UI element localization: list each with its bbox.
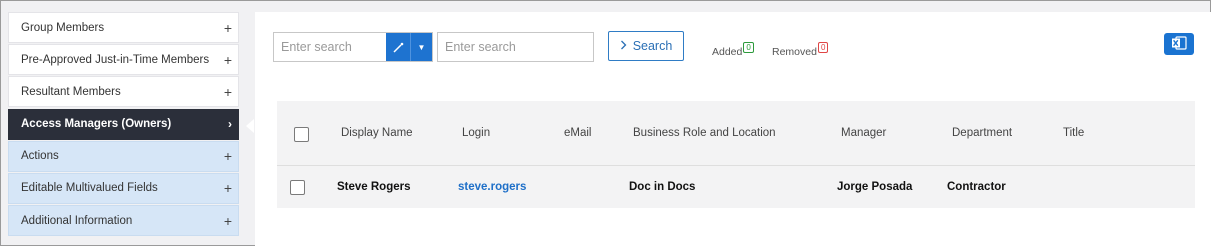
search-button[interactable]: Search [608, 31, 684, 61]
app-frame: Group Members + Pre-Approved Just-in-Tim… [0, 0, 1211, 246]
secondary-search-input[interactable]: Enter search [437, 32, 594, 62]
removed-counter: Removed 0 [772, 42, 829, 58]
cell-department: Contractor [947, 181, 1006, 193]
wand-icon[interactable] [386, 33, 410, 61]
row-checkbox[interactable] [290, 180, 305, 195]
column-header-login[interactable]: Login [462, 127, 490, 139]
column-header-department[interactable]: Department [952, 127, 1012, 139]
sidebar-item-group-members[interactable]: Group Members + [8, 12, 239, 43]
select-all-checkbox[interactable] [294, 127, 309, 142]
excel-export-icon [1171, 35, 1187, 53]
added-label: Added [712, 46, 743, 58]
main-panel: Enter search ▼ Enter search Search Added… [255, 12, 1211, 246]
sidebar-item-label: Actions [21, 150, 59, 163]
column-header-display-name[interactable]: Display Name [341, 127, 413, 139]
chevron-right-icon: › [228, 117, 232, 132]
sidebar: Group Members + Pre-Approved Just-in-Tim… [8, 12, 254, 237]
cell-business-role: Doc in Docs [629, 181, 696, 193]
sidebar-item-label: Additional Information [21, 214, 133, 227]
sidebar-item-actions[interactable]: Actions + [8, 140, 239, 172]
sidebar-item-label: Editable Multivalued Fields [21, 182, 158, 195]
search-input[interactable]: Enter search [274, 33, 386, 61]
expand-icon[interactable]: + [224, 180, 232, 196]
sidebar-item-resultant-members[interactable]: Resultant Members + [8, 76, 239, 108]
added-count-badge: 0 [743, 42, 754, 53]
expand-icon[interactable]: + [224, 20, 232, 36]
search-button-label: Search [632, 39, 673, 53]
cell-manager: Jorge Posada [837, 181, 913, 193]
removed-label: Removed [772, 46, 817, 58]
sidebar-item-label: Group Members [21, 21, 105, 34]
sidebar-item-label: Pre-Approved Just-in-Time Members [21, 53, 210, 66]
expand-icon[interactable]: + [224, 52, 232, 68]
expand-icon[interactable]: + [224, 213, 232, 229]
chevron-right-icon [620, 39, 627, 53]
cell-display-name: Steve Rogers [337, 181, 411, 193]
sidebar-item-additional-information[interactable]: Additional Information + [8, 205, 239, 237]
expand-icon[interactable]: + [224, 148, 232, 164]
sidebar-item-label: Access Managers (Owners) [21, 118, 172, 131]
column-header-manager[interactable]: Manager [841, 127, 886, 139]
excel-export-button[interactable] [1164, 33, 1194, 55]
added-counter: Added 0 [712, 42, 754, 58]
sidebar-item-editable-multivalued-fields[interactable]: Editable Multivalued Fields + [8, 172, 239, 204]
column-header-title[interactable]: Title [1063, 127, 1084, 139]
sidebar-item-access-managers[interactable]: Access Managers (Owners) › [8, 108, 254, 140]
column-header-email[interactable]: eMail [564, 127, 591, 139]
sidebar-item-preapproved-members[interactable]: Pre-Approved Just-in-Time Members + [8, 44, 239, 76]
expand-icon[interactable]: + [224, 84, 232, 100]
members-table: Display Name Login eMail Business Role a… [277, 101, 1195, 208]
cell-login-link[interactable]: steve.rogers [458, 181, 526, 193]
removed-count-badge: 0 [817, 42, 829, 53]
sidebar-item-label: Resultant Members [21, 85, 121, 98]
dropdown-caret-icon[interactable]: ▼ [410, 33, 432, 61]
search-combo: Enter search ▼ [273, 32, 433, 62]
column-header-business-role[interactable]: Business Role and Location [633, 127, 776, 139]
